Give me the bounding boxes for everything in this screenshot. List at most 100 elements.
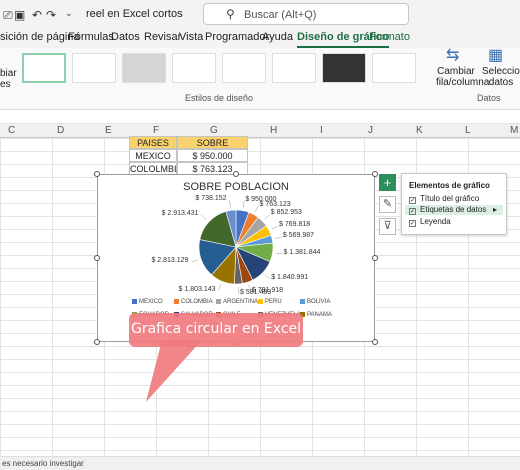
- checkbox-icon[interactable]: ✓: [409, 220, 416, 227]
- callout-text: Grafica circular en Excel: [130, 321, 302, 337]
- col-header[interactable]: G: [210, 125, 218, 136]
- chart-elements-panel: Elementos de gráfico ✓ Título del gráfico…: [401, 173, 507, 235]
- resize-handle[interactable]: [94, 255, 100, 261]
- table-header[interactable]: PAISES: [129, 136, 177, 149]
- leader-line: [229, 200, 231, 208]
- filter-icon: ⊽: [383, 220, 392, 232]
- leader-line: [218, 284, 222, 291]
- chart-style-5[interactable]: [222, 53, 266, 83]
- legend-item[interactable]: COLOMBIA: [174, 299, 213, 305]
- chart-style-4[interactable]: [172, 53, 216, 83]
- leader-line: [264, 214, 270, 220]
- tab-view[interactable]: Vista: [179, 31, 203, 43]
- col-header[interactable]: E: [105, 125, 112, 136]
- option-legend[interactable]: ✓ Leyenda: [409, 217, 451, 227]
- table-header[interactable]: SOBRE POBLACION: [177, 136, 248, 160]
- tab-formulas[interactable]: Fórmulas: [68, 31, 114, 43]
- col-header[interactable]: D: [57, 125, 64, 136]
- leader-line: [254, 205, 259, 212]
- brush-icon: ✎: [382, 198, 393, 210]
- title-bar: ⎚ ▣ ↶ ↷ ⌄ reel en Excel cortos ⚲ Buscar …: [0, 0, 520, 28]
- chart-style-6[interactable]: [272, 53, 316, 83]
- option-chart-title[interactable]: ✓ Título del gráfico: [409, 194, 479, 204]
- option-data-labels[interactable]: ✓ Etiquetas de datos ▸: [405, 205, 503, 215]
- legend-swatch: [216, 299, 221, 304]
- plus-icon: +: [383, 175, 392, 190]
- resize-handle[interactable]: [94, 339, 100, 345]
- checkbox-icon[interactable]: ✓: [409, 208, 416, 215]
- ribbon-tabs: sición de página Fórmulas Datos Revisar …: [0, 28, 520, 48]
- data-label[interactable]: $ 1.381.844: [283, 249, 320, 256]
- autosave-icon[interactable]: ⎚: [3, 8, 13, 23]
- select-data-icon[interactable]: ▦: [488, 48, 503, 64]
- switch-row-column-button[interactable]: Cambiar fila/columna: [436, 66, 489, 88]
- data-label[interactable]: $ 763.123: [259, 201, 290, 208]
- switch-row-column-icon[interactable]: ⇆: [446, 48, 459, 64]
- table-cell[interactable]: $ 950.000: [177, 149, 248, 162]
- resize-handle[interactable]: [94, 171, 100, 177]
- select-data-button[interactable]: Selecciona datos: [482, 66, 520, 88]
- table-cell[interactable]: MEXICO: [129, 149, 177, 162]
- tab-review[interactable]: Revisar: [144, 31, 181, 43]
- submenu-arrow-icon[interactable]: ▸: [493, 205, 497, 214]
- tab-developer[interactable]: Programador: [205, 31, 269, 43]
- col-header[interactable]: L: [465, 125, 471, 136]
- data-label[interactable]: $ 2.813.129: [151, 257, 188, 264]
- col-header[interactable]: H: [270, 125, 277, 136]
- redo-icon[interactable]: ↷: [46, 8, 56, 22]
- chart-style-3[interactable]: [122, 53, 166, 83]
- legend-item[interactable]: BOLIVIA: [300, 299, 330, 305]
- chart-style-2[interactable]: [72, 53, 116, 83]
- qat-dropdown-icon[interactable]: ⌄: [65, 8, 73, 19]
- status-bar: es necesario investigar: [0, 456, 520, 470]
- legend-item[interactable]: MEXICO: [132, 299, 163, 305]
- legend-item[interactable]: PANAMA: [300, 312, 332, 318]
- col-header[interactable]: K: [416, 125, 423, 136]
- legend-swatch: [174, 299, 179, 304]
- checkbox-icon[interactable]: ✓: [409, 197, 416, 204]
- data-label[interactable]: $ 2.913.431: [162, 210, 199, 217]
- data-label[interactable]: $ 569.987: [283, 232, 314, 239]
- chart-style-8[interactable]: [372, 53, 416, 83]
- col-header[interactable]: I: [320, 125, 323, 136]
- col-header[interactable]: J: [368, 125, 373, 136]
- chart-styles-button[interactable]: ✎: [379, 196, 396, 213]
- search-box[interactable]: ⚲ Buscar (Alt+Q): [203, 3, 409, 25]
- data-label[interactable]: $ 852.953: [271, 209, 302, 216]
- resize-handle[interactable]: [372, 171, 378, 177]
- column-headers: C D E F G H I J K L M: [0, 124, 520, 138]
- leader-line: [201, 214, 207, 220]
- data-group-label: Datos: [477, 93, 501, 103]
- search-placeholder: Buscar (Alt+Q): [244, 9, 317, 21]
- tab-format[interactable]: Formato: [369, 31, 410, 43]
- legend-item[interactable]: ARGENTINA: [216, 299, 258, 305]
- resize-handle[interactable]: [372, 255, 378, 261]
- formula-bar[interactable]: [0, 110, 520, 124]
- save-icon[interactable]: ▣: [14, 8, 25, 22]
- resize-handle[interactable]: [372, 339, 378, 345]
- col-header[interactable]: C: [8, 125, 15, 136]
- status-text: es necesario investigar: [2, 459, 84, 468]
- chart-style-7[interactable]: [322, 53, 366, 83]
- tab-help[interactable]: Ayuda: [262, 31, 293, 43]
- col-header[interactable]: M: [510, 125, 518, 136]
- data-label[interactable]: $ 1.840.991: [271, 274, 308, 281]
- chart-style-1[interactable]: [22, 53, 66, 83]
- panel-title: Elementos de gráfico: [409, 181, 490, 190]
- chart-elements-button[interactable]: +: [379, 174, 396, 191]
- callout-banner: Grafica circular en Excel: [129, 313, 303, 347]
- leader-line: [275, 236, 282, 239]
- data-label[interactable]: $ 1.803.143: [179, 286, 216, 293]
- change-colors-label[interactable]: biar es: [0, 68, 17, 90]
- legend-item[interactable]: PERU: [258, 299, 282, 305]
- data-label[interactable]: $ 738.152: [195, 195, 226, 202]
- leader-line: [275, 252, 283, 255]
- tab-data[interactable]: Datos: [111, 31, 140, 43]
- data-label[interactable]: $ 769.818: [279, 221, 310, 228]
- chart-filters-button[interactable]: ⊽: [379, 218, 396, 235]
- undo-icon[interactable]: ↶: [32, 8, 42, 22]
- resize-handle[interactable]: [233, 171, 239, 177]
- col-header[interactable]: F: [153, 125, 159, 136]
- leader-line: [271, 225, 279, 230]
- data-label[interactable]: $ 581.483: [240, 289, 271, 296]
